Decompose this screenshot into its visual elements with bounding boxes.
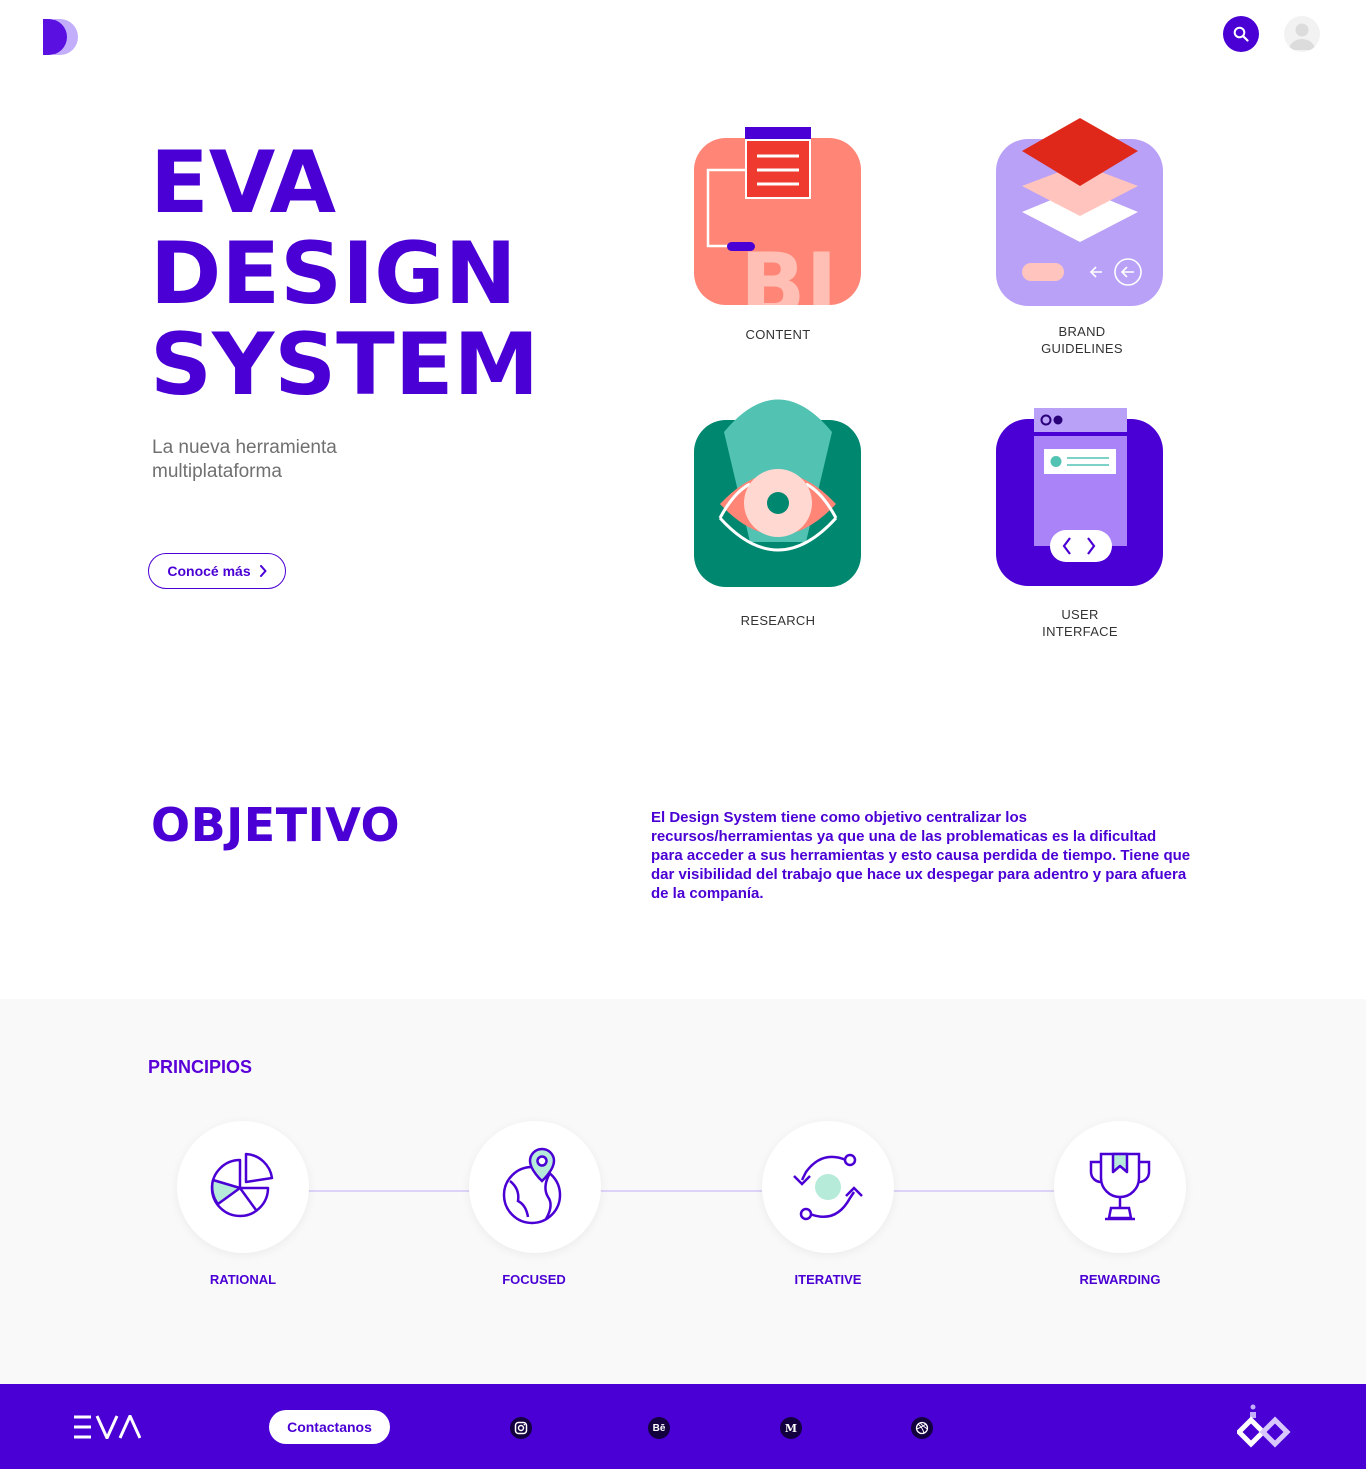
hero-title-line: DESIGN: [150, 224, 517, 324]
d-logo-icon[interactable]: [42, 18, 80, 56]
search-button[interactable]: [1223, 16, 1259, 52]
research-card[interactable]: [694, 392, 862, 589]
cta-label: Conocé más: [167, 563, 251, 579]
connector-line: [308, 1190, 470, 1192]
hero-title: EVA DESIGN SYSTEM: [150, 138, 610, 411]
research-card-label: RESEARCH: [718, 612, 838, 629]
user-interface-card[interactable]: [996, 406, 1164, 588]
connector-line: [600, 1190, 762, 1192]
trophy-icon: [1089, 1152, 1151, 1221]
principle-focused-label: FOCUSED: [502, 1272, 566, 1287]
contactanos-button[interactable]: Contactanos: [269, 1410, 390, 1444]
eye-illustration-icon: [694, 399, 861, 587]
research-label: RESEARCH: [740, 613, 816, 628]
globe-pin-icon: [502, 1147, 562, 1225]
medium-icon: M: [784, 1421, 798, 1435]
chevron-right-icon: [259, 565, 267, 577]
infinity-logo-icon: [1235, 1404, 1291, 1448]
dribbble-icon: [915, 1421, 929, 1435]
dribbble-link[interactable]: [911, 1417, 933, 1439]
user-avatar[interactable]: [1284, 16, 1320, 52]
behance-link[interactable]: Bē: [648, 1417, 670, 1439]
principle-iterative-label: ITERATIVE: [794, 1272, 862, 1287]
eva-wordmark-icon: [74, 1412, 142, 1442]
brand-mark[interactable]: [1235, 1404, 1291, 1453]
principios-section: PRINCIPIOS RATIONAL FOCUSED ITERATIVE RE…: [0, 999, 1366, 1384]
principle-rational-label: RATIONAL: [209, 1272, 277, 1287]
cycle-arrows-icon: [793, 1153, 863, 1221]
pie-chart-icon: [210, 1152, 274, 1218]
content-label: CONTENT: [745, 327, 811, 342]
user-avatar-icon: [1289, 23, 1315, 50]
hero-subtitle: La nueva herramienta multiplataforma: [152, 437, 337, 482]
eva-footer-logo[interactable]: [73, 1412, 142, 1444]
brand-label-line1: BRAND: [1058, 324, 1106, 339]
principle-rewarding-label: REWARDING: [1079, 1272, 1161, 1287]
user-interface-card-label: USER INTERFACE: [1020, 606, 1140, 640]
connector-line: [892, 1190, 1054, 1192]
instagram-icon: [514, 1421, 528, 1435]
principle-focused[interactable]: [469, 1121, 601, 1253]
brand-label-line2: GUIDELINES: [1041, 341, 1123, 356]
browser-window-illustration-icon: [996, 408, 1163, 586]
conoce-mas-button[interactable]: Conocé más: [148, 553, 286, 589]
behance-icon: Bē: [652, 1422, 666, 1434]
content-card-label: CONTENT: [718, 326, 838, 343]
principle-rewarding[interactable]: [1054, 1121, 1186, 1253]
ui-label-line1: USER: [1061, 607, 1099, 622]
search-icon: [1233, 26, 1249, 42]
objetivo-title: OBJETIVO: [151, 798, 401, 852]
ui-label-line2: INTERFACE: [1042, 624, 1118, 639]
brand-guidelines-card[interactable]: [996, 116, 1164, 308]
medium-link[interactable]: M: [780, 1417, 802, 1439]
principle-rational[interactable]: [177, 1121, 309, 1253]
objetivo-text: El Design System tiene como objetivo cen…: [651, 809, 1191, 902]
instagram-link[interactable]: [510, 1417, 532, 1439]
hero-title-line: SYSTEM: [150, 315, 540, 415]
content-card[interactable]: BI: [694, 126, 862, 308]
footer: Contactanos Bē M: [0, 1384, 1366, 1469]
brand-layers-illustration-icon: [996, 118, 1163, 306]
principle-iterative[interactable]: [762, 1121, 894, 1253]
brand-guidelines-card-label: BRAND GUIDELINES: [1022, 323, 1142, 357]
content-illustration-icon: BI: [694, 127, 861, 305]
hero-title-line: EVA: [150, 133, 337, 233]
principios-title: PRINCIPIOS: [148, 1057, 253, 1077]
